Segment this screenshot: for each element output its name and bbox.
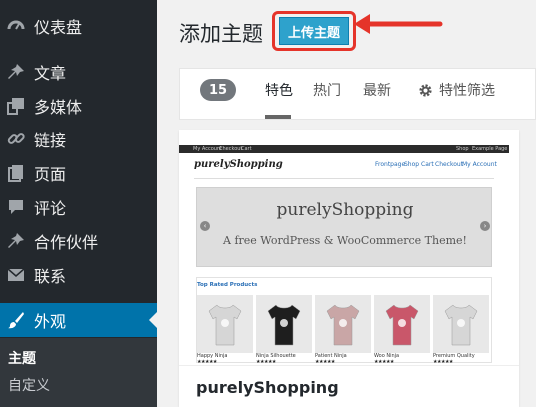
theme-count-badge: 15 (200, 79, 236, 101)
sidebar-item-label: 仪表盘 (34, 18, 83, 37)
product-image (315, 295, 371, 353)
product-rating-stars: ★★★★★ (256, 359, 276, 363)
screenshot-nav-item: Cart (421, 161, 434, 168)
sidebar-item-label: 链接 (34, 131, 67, 150)
screenshot-divider (194, 178, 494, 179)
tshirt-icon (267, 304, 301, 346)
products-section-title: Top Rated Products (197, 282, 258, 288)
sidebar-item-label: 评论 (34, 199, 67, 218)
sidebar-item-contact[interactable]: 联系 (0, 258, 157, 292)
chevron-left-icon: ‹ (200, 221, 210, 231)
screenshot-nav-item: Frontpage (375, 161, 406, 168)
topbar-link: Shop (456, 146, 469, 152)
product-rating-stars: ★★★★★ (433, 359, 453, 363)
annotation-arrow-icon (354, 14, 443, 34)
sidebar-item-media[interactable]: 多媒体 (0, 89, 157, 123)
screenshot-topbar: My Account Checkout Cart Shop Example Pa… (179, 145, 509, 153)
sidebar-item-posts[interactable]: 文章 (0, 55, 157, 89)
topbar-link: My Account (193, 146, 223, 152)
product-image (197, 295, 253, 353)
product-image (374, 295, 430, 353)
topbar-link: Checkout (219, 146, 243, 152)
sidebar-item-links[interactable]: 链接 (0, 122, 157, 156)
appearance-submenu: 主题 自定义 (0, 338, 157, 407)
tab-featured[interactable]: 特色 (265, 80, 293, 100)
active-tab-indicator (265, 115, 291, 119)
sidebar-item-label: 多媒体 (34, 98, 83, 117)
sidebar-item-appearance[interactable]: 外观 (0, 303, 157, 337)
theme-name: purelyShopping (196, 378, 339, 397)
gear-icon (419, 83, 432, 97)
submenu-item-customize[interactable]: 自定义 (8, 375, 50, 395)
mail-icon (6, 265, 26, 285)
tab-popular[interactable]: 热门 (313, 80, 341, 100)
card-divider (179, 365, 519, 366)
screenshot-logo: purelyShopping (194, 159, 283, 170)
sidebar-item-dashboard[interactable]: 仪表盘 (0, 9, 157, 43)
product-rating-stars: ★★★★★ (374, 359, 394, 363)
sidebar-item-label: 联系 (34, 267, 67, 286)
tab-latest[interactable]: 最新 (363, 80, 391, 100)
media-icon (6, 96, 26, 116)
submenu-item-themes[interactable]: 主题 (8, 348, 36, 368)
admin-sidebar: 仪表盘 文章 多媒体 链接 页面 评论 合作伙伴 联系 外观 主题 自定义 (0, 0, 157, 407)
tshirt-icon (385, 304, 419, 346)
pushpin-icon (6, 62, 26, 82)
page-icon (6, 163, 26, 183)
screenshot-nav-item: My Account (462, 161, 497, 168)
product-rating-stars: ★★★★★ (197, 359, 217, 363)
comment-icon (6, 197, 26, 217)
product-image (433, 295, 489, 353)
sidebar-item-label: 文章 (34, 64, 67, 83)
tshirt-icon (444, 304, 478, 346)
sidebar-item-label: 页面 (34, 165, 67, 184)
pushpin-icon (6, 231, 26, 251)
tshirt-icon (208, 304, 242, 346)
screenshot-nav-item: Checkout (435, 161, 464, 168)
theme-screenshot[interactable]: My Account Checkout Cart Shop Example Pa… (179, 145, 509, 363)
topbar-link: Example Page (472, 146, 508, 152)
topbar-link: Cart (241, 146, 252, 152)
tshirt-icon (326, 304, 360, 346)
feature-filter-label: 特性筛选 (439, 83, 495, 99)
paintbrush-icon (6, 310, 26, 330)
annotation-highlight-box (272, 11, 356, 51)
sidebar-item-partners[interactable]: 合作伙伴 (0, 224, 157, 258)
feature-filter-button[interactable]: 特性筛选 (418, 80, 495, 100)
sidebar-item-comments[interactable]: 评论 (0, 190, 157, 224)
link-icon (6, 129, 26, 149)
hero-subtitle: A free WordPress & WooCommerce Theme! (223, 234, 467, 247)
chevron-right-icon: › (480, 221, 490, 231)
sidebar-item-pages[interactable]: 页面 (0, 156, 157, 190)
screenshot-hero: purelyShopping A free WordPress & WooCom… (196, 187, 492, 267)
screenshot-nav-item: Shop (404, 161, 420, 168)
product-rating-stars: ★★★★★ (315, 359, 335, 363)
product-image (256, 295, 312, 353)
hero-title: purelyShopping (276, 200, 414, 220)
sidebar-item-label: 合作伙伴 (34, 233, 99, 252)
page-title: 添加主题 (179, 22, 263, 46)
dashboard-icon (6, 16, 26, 36)
sidebar-item-label: 外观 (34, 312, 67, 331)
